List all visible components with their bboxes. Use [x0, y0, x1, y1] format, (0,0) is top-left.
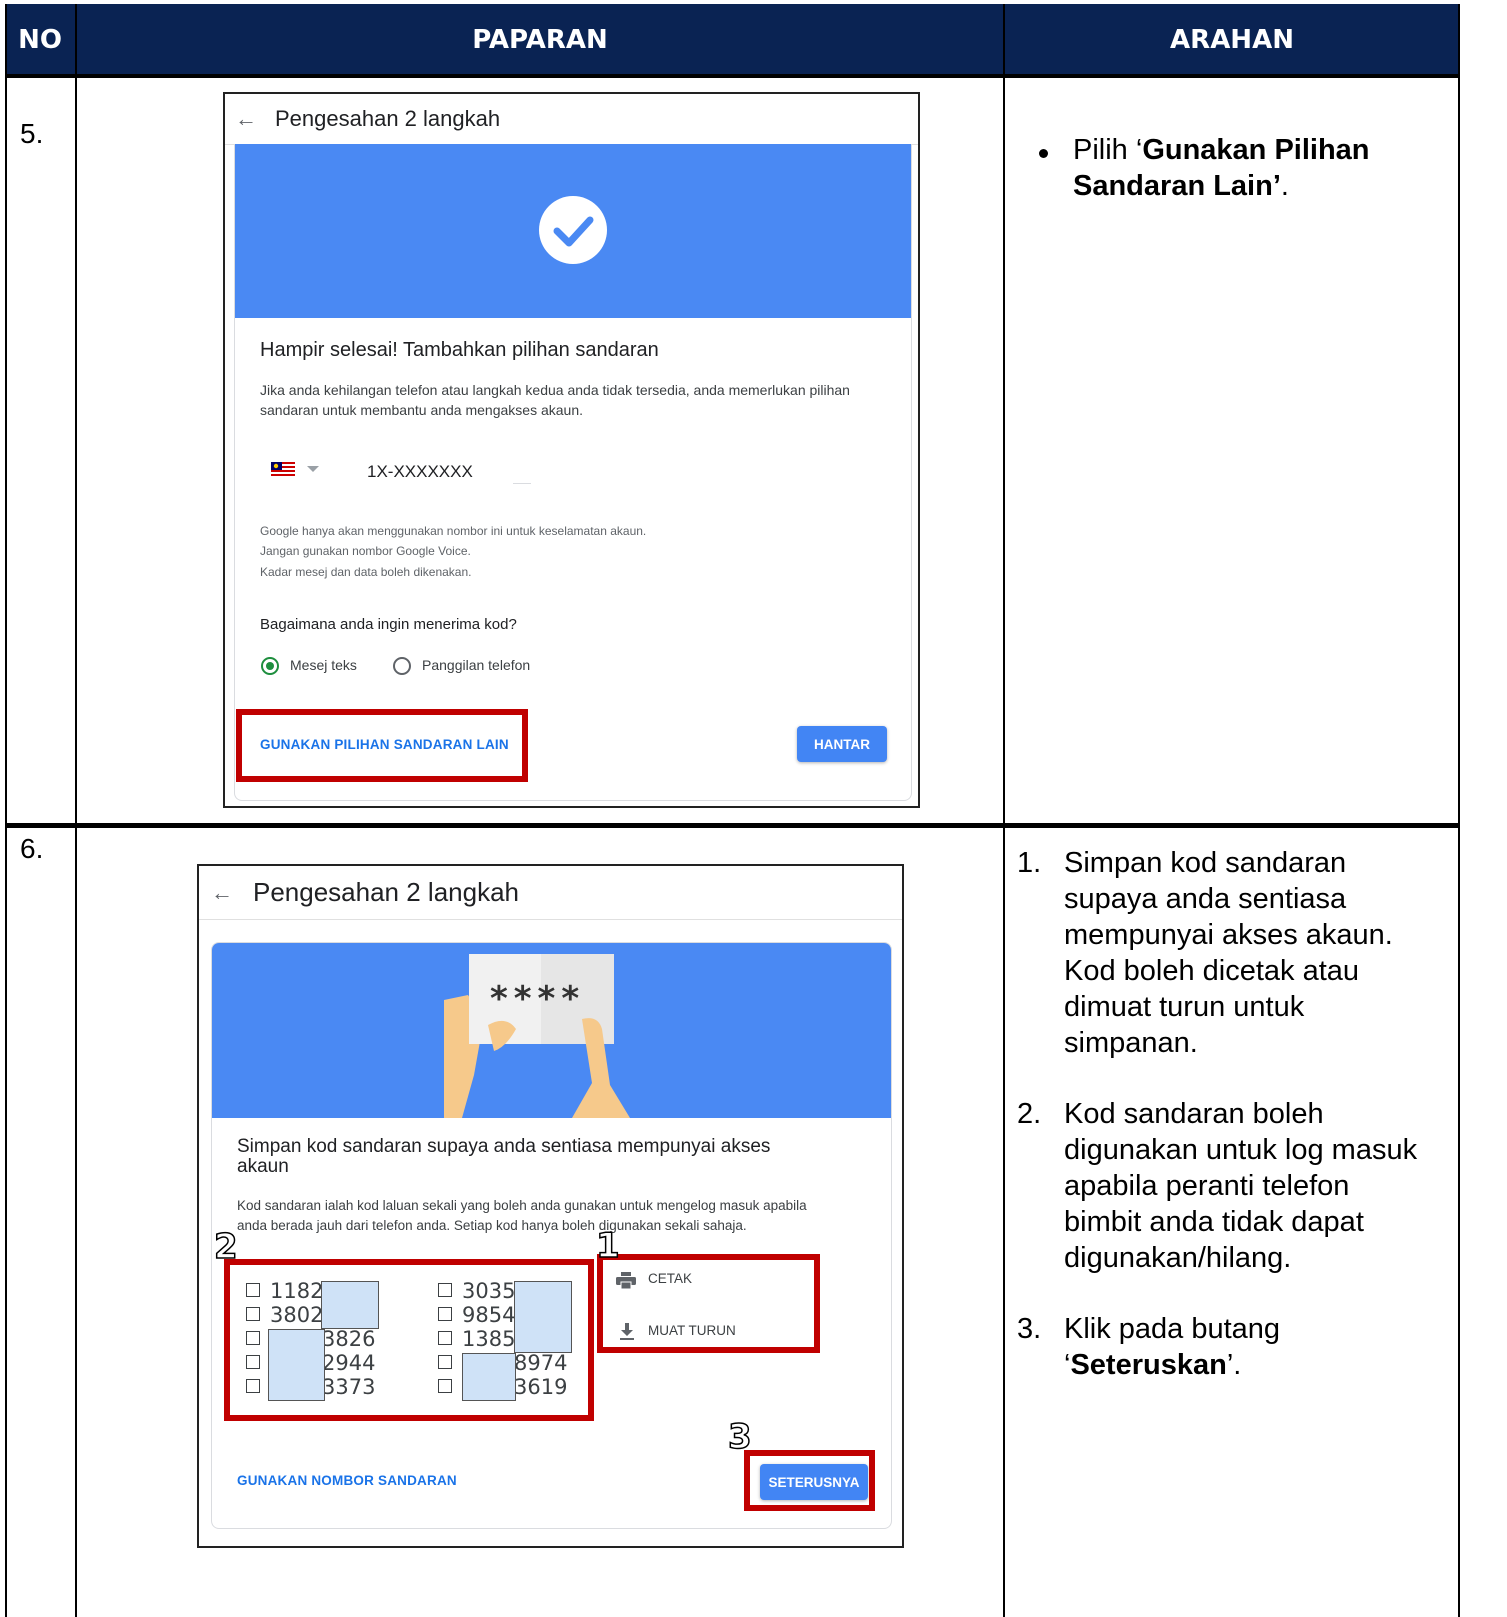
column-divider-1: [75, 4, 77, 1617]
page-title: Pengesahan 2 langkah: [253, 877, 520, 907]
row-divider: [5, 823, 1460, 828]
back-arrow-icon[interactable]: ←: [211, 880, 233, 906]
header-arahan: ARAHAN: [1005, 4, 1459, 75]
receive-code-question: Bagaimana anda ingin menerima kod?: [260, 616, 517, 633]
header-no: NO: [5, 4, 75, 75]
row-number: 5.: [20, 118, 44, 149]
send-button[interactable]: HANTAR: [797, 726, 887, 762]
instruction-step-number: 1.: [1017, 847, 1042, 879]
card-description-line2: anda berada jauh dari telefon anda. Seti…: [237, 1218, 747, 1233]
note-security: Google hanya akan menggunakan nombor ini…: [260, 524, 647, 538]
phone-input-underline: [513, 483, 531, 484]
check-circle-icon: [539, 196, 607, 264]
screenshot-backup-options: ← Pengesahan 2 langkah Hampir selesai! T…: [223, 92, 920, 808]
instruction-row5: Pilih ‘Gunakan Pilihan Sandaran Lain’.: [1073, 134, 1370, 202]
radio-phone-call-label: Panggilan telefon: [422, 657, 531, 673]
use-backup-number-link[interactable]: GUNAKAN NOMBOR SANDARAN: [237, 1473, 457, 1488]
malaysia-flag-icon: [271, 462, 295, 476]
card-heading-line1: Simpan kod sandaran supaya anda sentiasa…: [237, 1136, 771, 1157]
card-heading-line2: akaun: [237, 1156, 289, 1177]
card-description-line1: Kod sandaran ialah kod laluan sekali yan…: [237, 1198, 807, 1213]
highlight-use-other-backup: [236, 709, 528, 782]
backup-codes-card: **** Simpan kod sandaran supaya anda sen…: [211, 942, 892, 1529]
header-paparan: PAPARAN: [77, 4, 1003, 75]
instruction-step-3: Klik pada butang ‘Seteruskan’.: [1064, 1313, 1281, 1381]
instruction-bullet: [1039, 149, 1048, 158]
header-divider: [5, 74, 1460, 78]
card-description-line2: sandaran untuk membantu anda mengakses a…: [260, 402, 583, 418]
callout-number-1: 1: [595, 1225, 620, 1267]
top-bar: ← Pengesahan 2 langkah: [199, 866, 902, 920]
highlight-backup-codes: [224, 1259, 594, 1421]
radio-phone-call[interactable]: [393, 657, 411, 675]
instruction-step-1: Simpan kod sandaran supaya anda sentiasa…: [1064, 847, 1393, 1059]
chevron-down-icon: [307, 466, 319, 472]
table-border-right: [1458, 4, 1460, 1617]
note-google-voice: Jangan gunakan nombor Google Voice.: [260, 544, 471, 558]
top-bar: ← Pengesahan 2 langkah: [225, 94, 918, 145]
card-heading: Hampir selesai! Tambahkan pilihan sandar…: [260, 339, 659, 361]
backup-card: Hampir selesai! Tambahkan pilihan sandar…: [234, 144, 912, 801]
success-banner: [235, 144, 911, 318]
highlight-next-button: [744, 1450, 875, 1511]
row-number: 6.: [20, 833, 44, 864]
page-title: Pengesahan 2 langkah: [275, 106, 501, 131]
instruction-step-number: 2.: [1017, 1098, 1042, 1130]
screenshot-backup-codes: ← Pengesahan 2 langkah **** Simpan kod s…: [197, 864, 904, 1548]
hands-holding-card-illustration: [444, 954, 630, 1118]
country-selector[interactable]: [271, 460, 326, 480]
instruction-step-number: 3.: [1017, 1313, 1042, 1345]
asterisks-code: ****: [490, 979, 586, 1019]
phone-input[interactable]: 1X-XXXXXXX: [367, 462, 473, 482]
highlight-print-download: [597, 1254, 820, 1353]
note-rates: Kadar mesej dan data boleh dikenakan.: [260, 565, 472, 579]
instruction-step-2: Kod sandaran boleh digunakan untuk log m…: [1064, 1098, 1418, 1274]
radio-text-message-label: Mesej teks: [290, 657, 357, 673]
card-description-line1: Jika anda kehilangan telefon atau langka…: [260, 382, 850, 398]
callout-number-2: 2: [213, 1226, 238, 1268]
column-divider-2: [1003, 4, 1005, 1617]
radio-text-message[interactable]: [261, 657, 279, 675]
table-border-left: [5, 4, 7, 1617]
callout-number-3: 3: [727, 1416, 752, 1458]
codes-banner: ****: [212, 943, 891, 1118]
back-arrow-icon[interactable]: ←: [235, 106, 257, 132]
